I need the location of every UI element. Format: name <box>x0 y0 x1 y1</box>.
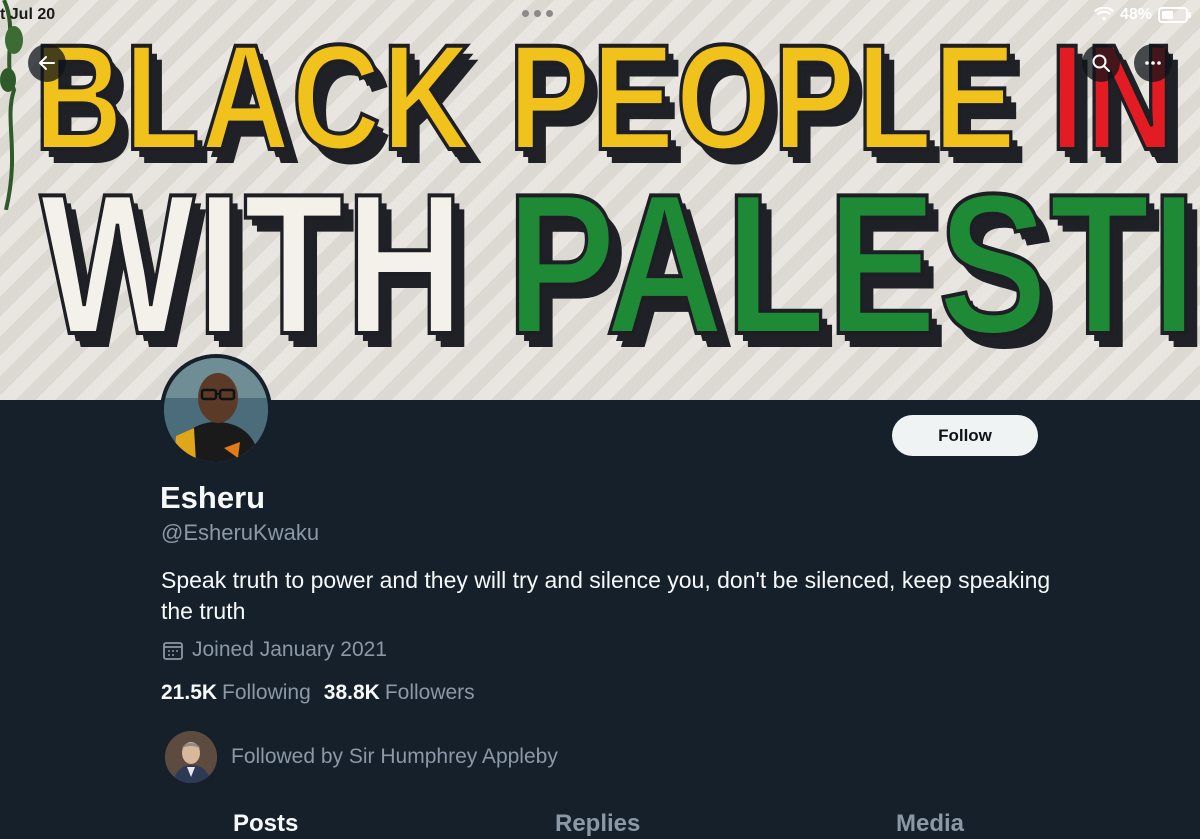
multitasking-dots-icon[interactable] <box>522 10 553 17</box>
profile-tabs: Posts Replies Media <box>0 806 1200 839</box>
battery-percent: 48% <box>1119 6 1152 23</box>
wifi-icon <box>1093 7 1114 21</box>
status-bar: t Jul 20 48% <box>0 0 1200 32</box>
banner-text-in-solidarity: IN SOLIDARITY <box>1048 13 1200 181</box>
followers-count: 38.8K <box>323 681 380 704</box>
profile-avatar[interactable] <box>160 354 272 466</box>
search-icon <box>1092 54 1110 72</box>
banner-line-2: WITH PALESTINE <box>38 163 1200 367</box>
tab-replies[interactable]: Replies <box>555 810 640 838</box>
follow-stats: 21.5K Following 38.8K Followers <box>161 681 475 705</box>
followed-by-text: Followed by Sir Humphrey Appleby <box>231 745 558 768</box>
banner-line-1: BLACK PEOPLE IN SOLIDARITY <box>32 13 1200 181</box>
follow-button[interactable]: Follow <box>892 415 1038 456</box>
tab-posts[interactable]: Posts <box>233 810 298 838</box>
followers-label: Followers <box>384 681 475 704</box>
more-options-button[interactable] <box>1134 44 1172 82</box>
banner-text-with: WITH <box>38 153 466 376</box>
battery-icon <box>1158 7 1191 23</box>
following-count: 21.5K <box>161 681 218 704</box>
back-button[interactable] <box>28 44 66 82</box>
following-link[interactable]: 21.5K Following <box>161 681 311 705</box>
banner-text-black-people: BLACK PEOPLE <box>32 13 1018 181</box>
status-time: t Jul 20 <box>0 6 56 23</box>
search-button[interactable] <box>1082 44 1120 82</box>
follower-avatar <box>165 731 217 783</box>
follower-avatar-image <box>165 731 217 783</box>
avatar-image <box>164 358 268 462</box>
joined-date: Joined January 2021 <box>162 638 387 662</box>
joined-text: Joined January 2021 <box>192 638 387 661</box>
arrow-left-icon <box>39 56 55 70</box>
calendar-icon <box>163 642 183 660</box>
banner-text-palestine: PALESTINE <box>505 153 1200 376</box>
following-label: Following <box>222 681 311 704</box>
profile-banner[interactable]: BLACK PEOPLE IN SOLIDARITY WITH PALESTIN… <box>0 0 1200 400</box>
followed-by-row[interactable]: Followed by Sir Humphrey Appleby <box>165 731 558 783</box>
status-indicators: 48% <box>1093 6 1191 24</box>
more-horizontal-icon <box>1145 61 1161 65</box>
profile-bio: Speak truth to power and they will try a… <box>161 567 1051 624</box>
user-handle: @EsheruKwaku <box>161 520 320 545</box>
tab-media[interactable]: Media <box>896 810 964 838</box>
followers-link[interactable]: 38.8K Followers <box>324 681 475 705</box>
display-name: Esheru <box>160 480 266 515</box>
